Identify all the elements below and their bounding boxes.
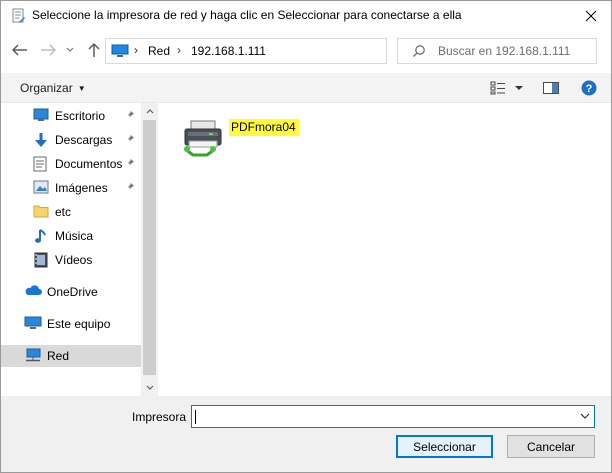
- chevron-down-icon: [580, 413, 590, 419]
- printer-icon: [179, 115, 229, 161]
- sidebar-item-label: etc: [55, 205, 72, 219]
- cancel-button[interactable]: Cancelar: [507, 435, 595, 458]
- dialog-footer: Impresora Seleccionar Cancelar: [1, 396, 611, 472]
- sidebar-item-label: Imágenes: [55, 181, 108, 195]
- sidebar-item-vídeos[interactable]: Vídeos: [21, 249, 141, 271]
- printer-combobox[interactable]: [191, 405, 595, 428]
- view-details-icon: [490, 81, 505, 95]
- music-icon: [33, 228, 49, 244]
- change-view-button[interactable]: [487, 78, 527, 98]
- chevron-up-icon: [146, 109, 153, 114]
- preview-pane-icon: [543, 82, 559, 94]
- combobox-dropdown-button[interactable]: [580, 410, 590, 424]
- caret-down-icon: [515, 86, 523, 90]
- sidebar-item-onedrive[interactable]: OneDrive: [1, 281, 141, 303]
- forward-button[interactable]: [37, 39, 59, 61]
- nav-scrollbar[interactable]: [141, 103, 158, 396]
- scroll-up-button[interactable]: [141, 103, 158, 120]
- network-icon: [24, 348, 42, 364]
- address-row: › Red › 192.168.1.111 Buscar en 192.168.…: [1, 35, 611, 67]
- breadcrumb-separator[interactable]: ›: [177, 43, 181, 57]
- organize-button[interactable]: Organizar ▼: [20, 81, 86, 95]
- search-placeholder: Buscar en 192.168.1.111: [438, 44, 571, 58]
- up-button[interactable]: [83, 39, 105, 61]
- search-box[interactable]: Buscar en 192.168.1.111: [397, 38, 597, 64]
- pin-icon: [125, 181, 135, 195]
- search-icon: [412, 44, 426, 61]
- network-icon: [111, 44, 129, 61]
- help-button[interactable]: ?: [579, 78, 599, 98]
- sidebar-item-label: OneDrive: [47, 285, 98, 299]
- sidebar-item-label: Descargas: [55, 133, 113, 147]
- breadcrumb-host[interactable]: 192.168.1.111: [191, 44, 266, 58]
- sidebar-item-imágenes[interactable]: Imágenes: [21, 177, 141, 199]
- pin-icon: [125, 109, 135, 123]
- title-bar: Seleccione la impresora de red y haga cl…: [1, 1, 611, 31]
- recent-locations-button[interactable]: [63, 39, 77, 61]
- navigation-pane: Escritorio Descargas Documentos Imágenes etc…: [1, 103, 159, 396]
- sidebar-item-documentos[interactable]: Documentos: [21, 153, 141, 175]
- back-button[interactable]: [9, 39, 31, 61]
- sidebar-item-label: Red: [47, 349, 70, 363]
- close-button[interactable]: [573, 2, 609, 30]
- window-title: Seleccione la impresora de red y haga cl…: [32, 8, 462, 22]
- sidebar-item-música[interactable]: Música: [21, 225, 141, 247]
- scroll-down-button[interactable]: [141, 379, 158, 396]
- select-printer-dialog: Seleccione la impresora de red y haga cl…: [0, 0, 612, 473]
- text-cursor: [195, 410, 196, 424]
- arrow-up-icon: [88, 42, 100, 57]
- dialog-icon: [10, 8, 26, 24]
- caret-down-icon: ▼: [77, 84, 86, 93]
- download-icon: [33, 132, 49, 148]
- videos-icon: [33, 252, 49, 268]
- breadcrumb-separator: ›: [134, 43, 138, 57]
- onedrive-icon: [24, 284, 42, 300]
- sidebar-item-red[interactable]: Red: [1, 345, 141, 367]
- help-icon: ?: [581, 80, 597, 96]
- close-icon: [585, 10, 597, 22]
- arrow-right-icon: [41, 44, 56, 56]
- select-button[interactable]: Seleccionar: [396, 435, 493, 458]
- pin-icon: [125, 133, 135, 147]
- file-list: PDFmora04: [159, 103, 611, 396]
- printer-item-label: PDFmora04: [229, 119, 299, 136]
- sidebar-item-label: Escritorio: [55, 109, 106, 123]
- sidebar-item-descargas[interactable]: Descargas: [21, 129, 141, 151]
- organize-label: Organizar: [20, 81, 73, 95]
- address-bar[interactable]: › Red › 192.168.1.111: [105, 38, 479, 64]
- command-bar: Organizar ▼ ?: [1, 73, 611, 103]
- sidebar-item-este-equipo[interactable]: Este equipo: [1, 313, 141, 335]
- desktop-icon: [33, 108, 49, 124]
- pin-icon: [125, 157, 135, 171]
- sidebar-item-escritorio[interactable]: Escritorio: [21, 105, 141, 127]
- sidebar-item-label: Vídeos: [55, 253, 93, 267]
- pictures-icon: [33, 180, 49, 196]
- svg-text:?: ?: [586, 83, 593, 95]
- preview-pane-button[interactable]: [541, 78, 561, 98]
- folder-icon: [33, 204, 49, 220]
- chevron-down-icon: [146, 385, 153, 390]
- breadcrumb-red[interactable]: Red: [148, 44, 170, 58]
- arrow-left-icon: [12, 44, 27, 56]
- documents-icon: [33, 156, 49, 172]
- sidebar-item-label: Este equipo: [47, 317, 111, 331]
- chevron-down-icon: [66, 47, 74, 52]
- scroll-thumb[interactable]: [143, 120, 156, 375]
- sidebar-item-label: Música: [55, 229, 94, 243]
- sidebar-item-label: Documentos: [55, 157, 123, 171]
- sidebar-item-etc[interactable]: etc: [21, 201, 141, 223]
- printer-field-label: Impresora: [132, 410, 187, 424]
- computer-icon: [24, 316, 42, 332]
